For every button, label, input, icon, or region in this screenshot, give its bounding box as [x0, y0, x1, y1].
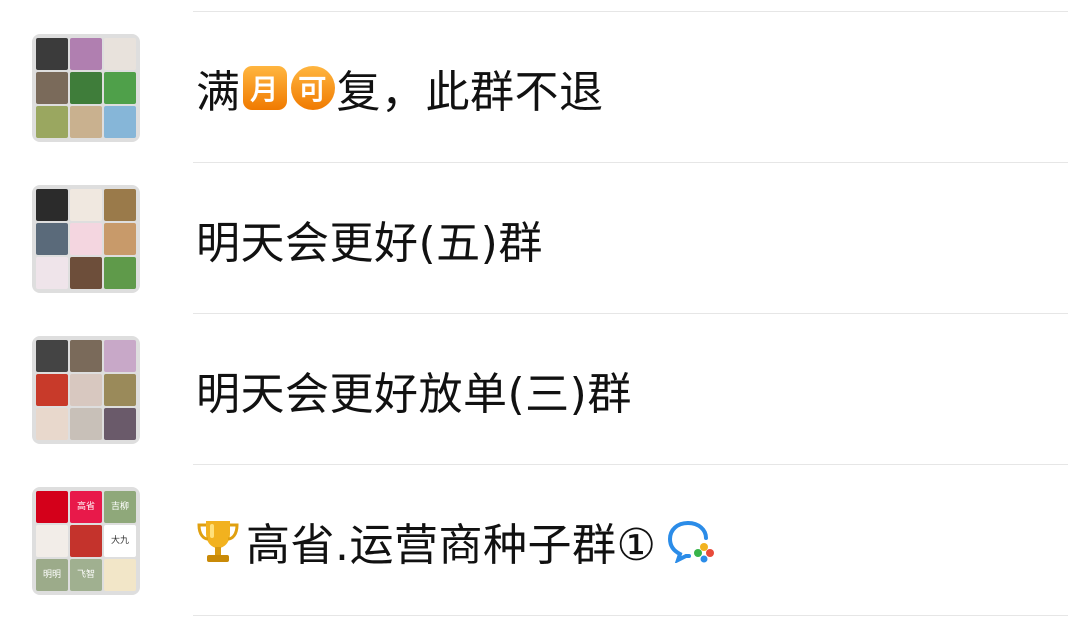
avatar-tile	[104, 340, 136, 372]
avatar-tile	[36, 491, 68, 523]
chat-name-part: 高省.运营商种子群①	[246, 520, 657, 571]
moon-badge-icon: 月	[242, 66, 287, 110]
avatar-tile	[104, 408, 136, 440]
avatar-tile	[36, 189, 68, 221]
chat-name: 满 月 可 复，此群不退	[196, 34, 604, 142]
avatar-tile	[104, 374, 136, 406]
avatar-tile	[36, 223, 68, 255]
group-avatar	[32, 185, 140, 293]
list-divider	[193, 313, 1068, 314]
chat-list: 满 月 可 复，此群不退 明天会更好(五)群 明天会更好放单(三)群 高省 吉柳大…	[0, 0, 1068, 629]
group-avatar	[32, 34, 140, 142]
avatar-tile	[70, 525, 102, 557]
group-avatar: 高省 吉柳 大九明明 飞智	[32, 487, 140, 595]
avatar-tile: 吉柳	[104, 491, 136, 523]
avatar-tile	[104, 106, 136, 138]
list-divider	[193, 162, 1068, 163]
avatar-tile	[36, 340, 68, 372]
avatar-tile	[70, 72, 102, 104]
chat-name: 明天会更好(五)群	[196, 218, 543, 269]
avatar-tile	[70, 189, 102, 221]
list-divider	[193, 464, 1068, 465]
avatar-tile	[70, 106, 102, 138]
chat-name-part: 复，此群不退	[336, 67, 604, 118]
avatar-tile	[36, 72, 68, 104]
list-divider	[193, 11, 1068, 12]
avatar-tile	[104, 72, 136, 104]
avatar-tile	[36, 408, 68, 440]
avatar-tile	[36, 257, 68, 289]
avatar-tile	[36, 374, 68, 406]
work-chat-icon	[668, 521, 715, 563]
avatar-tile: 飞智	[70, 559, 102, 591]
avatar-tile	[70, 38, 102, 70]
avatar-tile	[36, 106, 68, 138]
avatar-tile	[104, 223, 136, 255]
chat-row[interactable]: 高省 吉柳 大九明明 飞智 高省.运营商种子群①	[0, 487, 1068, 629]
avatar-tile: 高省	[70, 491, 102, 523]
ke-badge-icon: 可	[290, 66, 335, 110]
avatar-tile	[70, 257, 102, 289]
chat-name-part: 满	[196, 67, 241, 118]
avatar-tile	[104, 38, 136, 70]
list-divider	[193, 615, 1068, 616]
avatar-tile	[70, 408, 102, 440]
chat-name: 高省.运营商种子群①	[196, 487, 716, 595]
avatar-tile: 大九	[104, 525, 136, 557]
trophy-icon	[197, 521, 239, 562]
avatar-tile	[36, 38, 68, 70]
avatar-tile	[104, 189, 136, 221]
avatar-tile	[36, 525, 68, 557]
avatar-tile	[70, 374, 102, 406]
avatar-tile: 明明	[36, 559, 68, 591]
avatar-tile	[70, 340, 102, 372]
avatar-tile	[104, 559, 136, 591]
chat-name: 明天会更好放单(三)群	[196, 369, 632, 420]
group-avatar	[32, 336, 140, 444]
avatar-tile	[104, 257, 136, 289]
avatar-tile	[70, 223, 102, 255]
